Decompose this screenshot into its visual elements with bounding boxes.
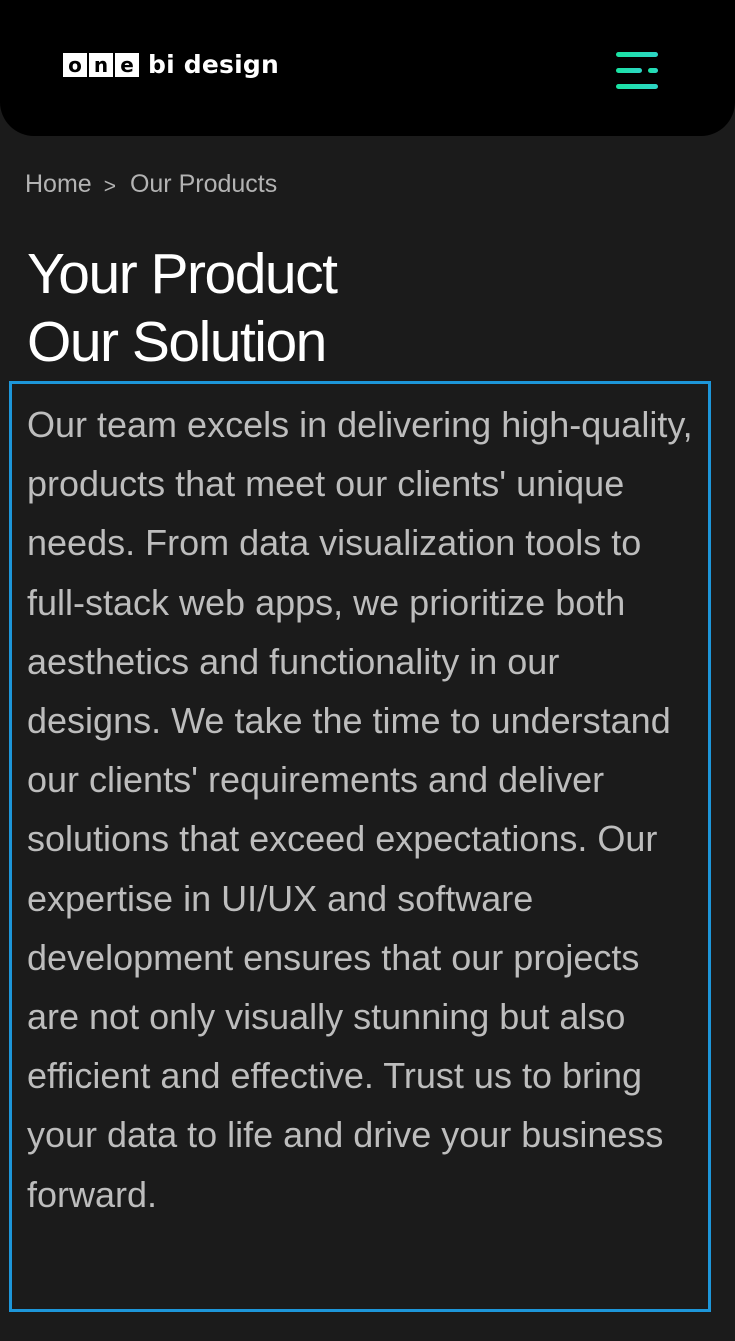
breadcrumb-current: Our Products: [129, 170, 278, 198]
brand-logo[interactable]: o n e bi design: [63, 50, 279, 79]
top-header: o n e bi design: [0, 0, 735, 136]
logo-text: bi design: [148, 50, 279, 79]
title-line-2: Our Solution: [27, 310, 327, 374]
breadcrumb-separator: >: [103, 174, 116, 198]
page-title: Your Product Our Solution: [27, 240, 338, 376]
logo-letter-e: e: [115, 52, 139, 77]
title-line-1: Your Product: [27, 242, 338, 306]
breadcrumb-home-link[interactable]: Home: [25, 170, 92, 199]
logo-letter-n: n: [89, 52, 113, 77]
menu-button[interactable]: [610, 46, 664, 96]
logo-letter-o: o: [63, 52, 87, 77]
description-text: Our team excels in delivering high-quali…: [27, 404, 693, 1215]
breadcrumb: Home > Our Products: [25, 170, 277, 199]
